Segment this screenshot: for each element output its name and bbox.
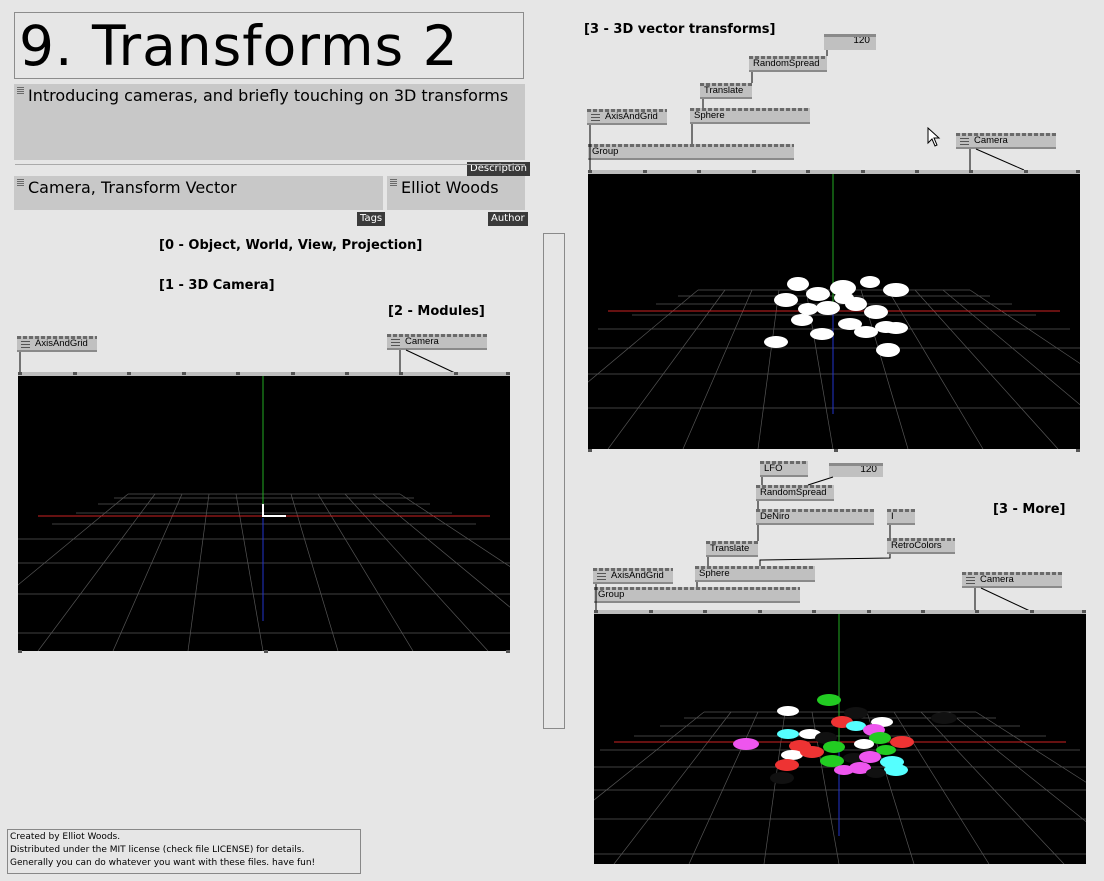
renderer-2[interactable] <box>588 170 1080 449</box>
renderer-1-pins <box>18 372 510 375</box>
renderer-1[interactable] <box>18 372 510 651</box>
vertical-divider-box <box>543 233 565 729</box>
renderer-1-out-pins <box>18 650 510 653</box>
renderer-1-view <box>18 376 510 651</box>
footer-line-3: Generally you can do whatever you want w… <box>10 858 316 868</box>
renderer-3-view <box>594 614 1086 864</box>
renderer-2-view <box>588 174 1080 449</box>
license-comment[interactable]: Created by Elliot Woods. Distributed und… <box>7 829 361 874</box>
renderer-3[interactable] <box>594 610 1086 864</box>
renderer-2-out-pins <box>588 449 1080 452</box>
renderer-3-pins <box>594 610 1086 613</box>
footer-line-2: Distributed under the MIT license (check… <box>10 845 305 855</box>
renderer-2-pins <box>588 170 1080 173</box>
mouse-cursor-icon <box>927 127 941 147</box>
footer-line-1: Created by Elliot Woods. <box>10 832 121 842</box>
